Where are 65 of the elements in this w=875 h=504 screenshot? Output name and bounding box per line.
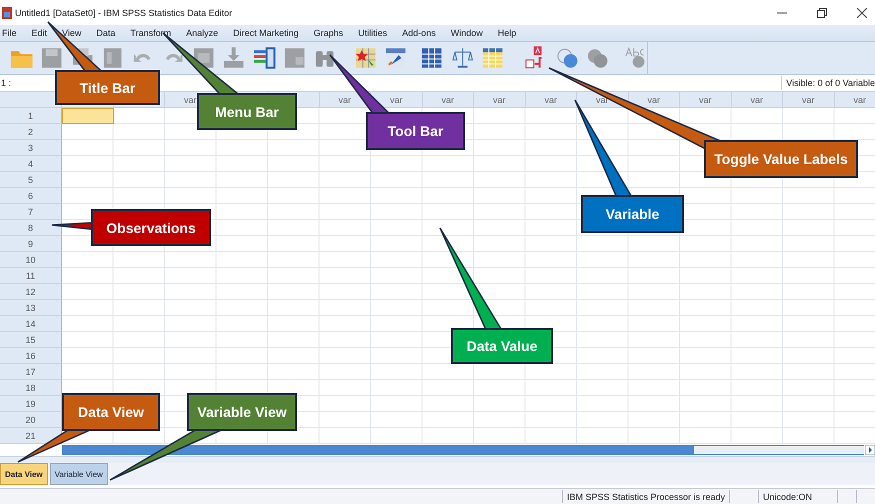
status-text: IBM SPSS Statistics Processor is ready <box>562 490 729 503</box>
column-header[interactable]: var <box>526 92 577 108</box>
row-header[interactable]: 13 <box>0 300 62 316</box>
window-title: Untitled1 [DataSet0] - IBM SPSS Statistics Data Editor <box>15 8 232 18</box>
column-header[interactable]: var <box>732 92 783 108</box>
restore-icon[interactable] <box>817 8 827 18</box>
row-header[interactable]: 21 <box>0 428 62 444</box>
menu-item[interactable]: Edit <box>32 28 48 38</box>
callout-tooltip: Toggle Value Labels <box>704 140 858 178</box>
menu-item[interactable]: Transform <box>130 28 172 38</box>
variables-icon[interactable] <box>252 45 278 71</box>
row-header[interactable]: 15 <box>0 332 62 348</box>
row-header[interactable]: 9 <box>0 236 62 252</box>
menu-item[interactable]: Graphs <box>314 28 344 38</box>
close-icon[interactable] <box>857 8 867 18</box>
callout-tooltip: Tool Bar <box>366 112 465 150</box>
row-header[interactable]: 20 <box>0 412 62 428</box>
view-tab[interactable]: Variable View <box>50 463 108 485</box>
active-cell[interactable] <box>62 108 114 124</box>
column-header[interactable]: var <box>834 92 875 108</box>
column-header[interactable]: var <box>474 92 526 108</box>
menu-item[interactable]: Data <box>96 28 116 38</box>
row-header[interactable]: 8 <box>0 220 62 236</box>
row-header[interactable]: 14 <box>0 316 62 332</box>
menu-item[interactable]: Window <box>450 28 483 38</box>
header-corner[interactable] <box>0 92 62 108</box>
horizontal-scrollbar[interactable] <box>62 445 864 455</box>
row-header[interactable]: 3 <box>0 140 62 156</box>
view-tab[interactable]: Data View <box>0 463 48 485</box>
row-header[interactable]: 2 <box>0 124 62 140</box>
row-header[interactable]: 16 <box>0 348 62 364</box>
menu-item[interactable]: File <box>2 28 17 38</box>
row-header[interactable]: 7 <box>0 204 62 220</box>
callout-tooltip: Data Value <box>451 328 553 364</box>
column-header[interactable]: var <box>422 92 474 108</box>
row-header[interactable]: 18 <box>0 380 62 396</box>
visible-count: Visible: 0 of 0 Variable <box>781 76 875 90</box>
row-header[interactable]: 12 <box>0 284 62 300</box>
column-header[interactable]: var <box>783 92 834 108</box>
menu-item[interactable]: Utilities <box>358 28 388 38</box>
app-icon <box>2 6 12 18</box>
cell-reference: 1 : <box>0 78 12 88</box>
menu-item[interactable]: Direct Marketing <box>233 28 299 38</box>
callout-tooltip: Variable View <box>187 393 297 431</box>
row-header[interactable]: 11 <box>0 268 62 284</box>
row-header[interactable]: 6 <box>0 188 62 204</box>
status-text: Unicode:ON <box>758 490 837 503</box>
row-header[interactable]: 10 <box>0 252 62 268</box>
row-header[interactable]: 4 <box>0 156 62 172</box>
menu-item[interactable]: Analyze <box>186 28 218 38</box>
menu-item[interactable]: View <box>62 28 82 38</box>
scroll-right-icon[interactable] <box>865 445 875 455</box>
menu-item[interactable]: Help <box>498 28 516 38</box>
callout-tooltip: Menu Bar <box>197 93 297 130</box>
row-header[interactable]: 1 <box>0 108 62 124</box>
column-header[interactable]: var <box>628 92 680 108</box>
row-header[interactable]: 5 <box>0 172 62 188</box>
column-header[interactable]: var <box>680 92 732 108</box>
row-header[interactable]: 17 <box>0 364 62 380</box>
callout-tooltip: Data View <box>62 393 160 431</box>
menu-item[interactable]: Add-ons <box>402 28 436 38</box>
splitter-bar[interactable] <box>0 456 875 463</box>
callout-tooltip: Title Bar <box>55 70 160 105</box>
row-header[interactable]: 19 <box>0 396 62 412</box>
callout-tooltip: Variable <box>581 195 684 233</box>
